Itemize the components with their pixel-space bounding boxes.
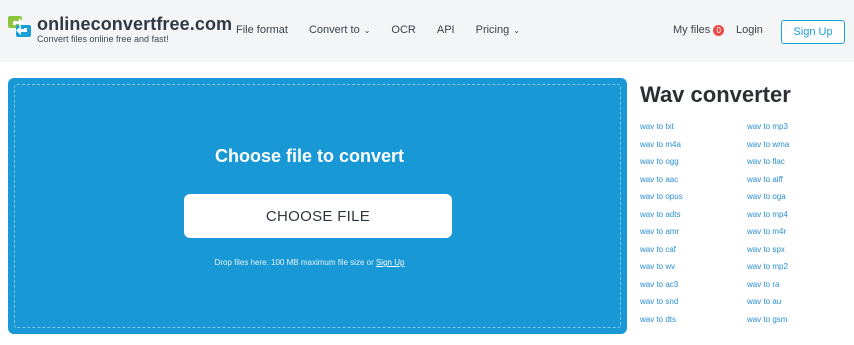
logo-arrows-icon <box>8 16 32 38</box>
converter-link[interactable]: wav to aiff <box>747 174 854 192</box>
logo-name: onlineconvertfree.com <box>37 14 233 34</box>
upload-title: Choose file to convert <box>214 146 405 166</box>
converter-link[interactable]: wav to mp2 <box>747 261 854 279</box>
converter-link[interactable]: wav to spx <box>747 244 854 262</box>
converter-link[interactable]: wav to ogg <box>640 156 750 174</box>
nav-convert-to[interactable]: Convert to ⌄ <box>309 24 370 36</box>
converter-link[interactable]: wav to ac3 <box>640 279 750 297</box>
nav-file-format[interactable]: File format <box>236 24 288 36</box>
converter-link[interactable]: wav to wv <box>640 261 750 279</box>
logo[interactable]: onlineconvertfree.com Convert files onli… <box>8 14 232 44</box>
signup-button[interactable]: Sign Up <box>781 20 845 44</box>
drop-hint: Drop files here. 100 MB maximum file siz… <box>0 258 619 267</box>
chevron-down-icon: ⌄ <box>363 25 371 35</box>
converter-link[interactable]: wav to au <box>747 296 854 314</box>
my-files-count-badge: 0 <box>713 24 725 36</box>
my-files-label: My files <box>673 24 711 36</box>
converter-link[interactable]: wav to caf <box>640 244 750 262</box>
converter-link[interactable]: wav to aac <box>640 174 750 192</box>
nav-convert-to-label: Convert to <box>308 24 360 36</box>
converter-links-col1: wav to txt wav to m4a wav to ogg wav to … <box>640 121 750 331</box>
converter-links-col2: wav to mp3 wav to wma wav to flac wav to… <box>747 121 854 331</box>
my-files-link[interactable]: My files 0 <box>673 24 725 36</box>
login-link[interactable]: Login <box>736 24 763 36</box>
converter-title: Wav converter <box>640 82 791 107</box>
converter-link[interactable]: wav to adts <box>640 209 750 227</box>
converter-link[interactable]: wav to amr <box>640 226 750 244</box>
nav-ocr[interactable]: OCR <box>391 24 415 36</box>
nav-pricing-label: Pricing <box>475 24 510 36</box>
chevron-down-icon: ⌄ <box>513 25 520 35</box>
converter-link[interactable]: wav to flac <box>747 156 854 174</box>
converter-link[interactable]: wav to dts <box>640 314 750 332</box>
converter-link[interactable]: wav to mp3 <box>747 121 854 139</box>
converter-link[interactable]: wav to mp4 <box>747 209 854 227</box>
nav-api[interactable]: API <box>437 24 455 36</box>
converter-link[interactable]: wav to snd <box>640 296 750 314</box>
converter-link[interactable]: wav to m4a <box>640 139 750 157</box>
nav-pricing[interactable]: Pricing ⌄ <box>476 24 520 36</box>
site-header: onlineconvertfree.com Convert files onli… <box>0 0 854 62</box>
converter-link[interactable]: wav to opus <box>640 191 750 209</box>
choose-file-button[interactable]: CHOOSE FILE <box>184 194 452 238</box>
drop-hint-text: Drop files here. 100 MB maximum file siz… <box>214 258 374 267</box>
converter-link[interactable]: wav to gsm <box>747 314 854 332</box>
converter-link[interactable]: wav to txt <box>640 121 750 139</box>
converter-link[interactable]: wav to m4r <box>747 226 854 244</box>
converter-link[interactable]: wav to oga <box>747 191 854 209</box>
signup-link[interactable]: Sign Up <box>376 258 404 267</box>
converter-link[interactable]: wav to ra <box>747 279 854 297</box>
main-nav: File format Convert to ⌄ OCR API Pricing… <box>236 24 541 36</box>
converter-link[interactable]: wav to wma <box>747 139 854 157</box>
logo-tagline: Convert files online free and fast! <box>37 34 169 44</box>
